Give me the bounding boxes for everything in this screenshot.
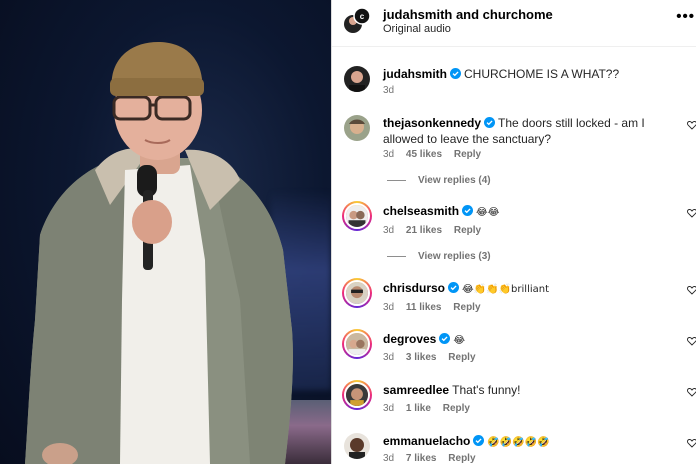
reply-button[interactable]: Reply xyxy=(443,403,470,414)
audio-label[interactable]: Original audio xyxy=(383,23,451,35)
verified-icon xyxy=(473,435,485,446)
avatar[interactable] xyxy=(344,66,370,92)
avatar[interactable] xyxy=(342,201,372,231)
comment-text: 😂👏👏👏brilliant xyxy=(462,284,550,295)
verified-icon xyxy=(462,205,474,216)
verified-icon xyxy=(484,117,496,128)
view-replies-button[interactable]: View replies (3) xyxy=(387,251,491,262)
comment-text: That's funny! xyxy=(452,383,521,397)
comment-age: 3d xyxy=(383,149,395,160)
svg-text:c: c xyxy=(360,12,365,21)
video-player[interactable] xyxy=(0,0,331,464)
collab-avatar[interactable]: c xyxy=(344,7,370,33)
story-avatar-image xyxy=(344,280,370,306)
comment-username[interactable]: samreedlee xyxy=(383,383,449,397)
comment-text: 😂😂 xyxy=(476,207,500,218)
comment-age: 3d xyxy=(383,302,395,313)
comments-panel: c judahsmith and churchome Original audi… xyxy=(331,0,696,464)
comment-likes[interactable]: 11 likes xyxy=(406,302,442,313)
comment-likes[interactable]: 21 likes xyxy=(406,225,442,236)
post-author[interactable]: judahsmith and churchome xyxy=(383,7,553,22)
comment-username[interactable]: thejasonkennedy xyxy=(383,116,481,130)
verified-icon xyxy=(439,333,451,344)
comment-likes[interactable]: 7 likes xyxy=(406,453,437,464)
post-header: c judahsmith and churchome Original audi… xyxy=(332,0,696,47)
reply-button[interactable]: Reply xyxy=(453,302,480,313)
avatar[interactable] xyxy=(344,433,370,459)
comment-username[interactable]: chrisdurso xyxy=(383,281,445,295)
avatar[interactable] xyxy=(342,380,372,410)
more-options-icon[interactable]: ••• xyxy=(676,8,695,25)
comment-age: 3d xyxy=(383,352,395,363)
like-heart-icon[interactable] xyxy=(687,438,696,448)
story-avatar-image xyxy=(344,331,370,357)
speaker-figure xyxy=(25,42,293,464)
comment-username[interactable]: chelseasmith xyxy=(383,204,459,218)
like-heart-icon[interactable] xyxy=(687,120,696,130)
comment-age: 3d xyxy=(383,403,395,414)
comment-username[interactable]: emmanuelacho xyxy=(383,434,470,448)
avatar[interactable] xyxy=(344,115,370,141)
comment-text: CHURCHOME IS A WHAT?? xyxy=(464,67,620,81)
comment-likes[interactable]: 45 likes xyxy=(406,149,442,160)
avatar[interactable] xyxy=(342,329,372,359)
reply-button[interactable]: Reply xyxy=(448,453,475,464)
view-replies-button[interactable]: View replies (4) xyxy=(387,175,491,186)
story-avatar-image xyxy=(344,382,370,408)
reply-button[interactable]: Reply xyxy=(454,149,481,160)
like-heart-icon[interactable] xyxy=(687,208,696,218)
like-heart-icon[interactable] xyxy=(687,387,696,397)
comment-age: 3d xyxy=(383,85,395,96)
story-avatar-image xyxy=(344,203,370,229)
comment-age: 3d xyxy=(383,225,395,236)
reply-button[interactable]: Reply xyxy=(454,225,481,236)
like-heart-icon[interactable] xyxy=(687,285,696,295)
comment-likes[interactable]: 3 likes xyxy=(406,352,437,363)
verified-icon xyxy=(450,68,462,79)
comment-text: 😂 xyxy=(453,335,466,346)
verified-icon xyxy=(448,282,460,293)
avatar[interactable] xyxy=(342,278,372,308)
reply-button[interactable]: Reply xyxy=(448,352,475,363)
comment-likes[interactable]: 1 like xyxy=(406,403,431,414)
comment-age: 3d xyxy=(383,453,395,464)
comment-username[interactable]: degroves xyxy=(383,332,436,346)
like-heart-icon[interactable] xyxy=(687,336,696,346)
comment-text: 🤣🤣🤣🤣🤣 xyxy=(487,437,550,448)
comment-username[interactable]: judahsmith xyxy=(383,67,447,81)
